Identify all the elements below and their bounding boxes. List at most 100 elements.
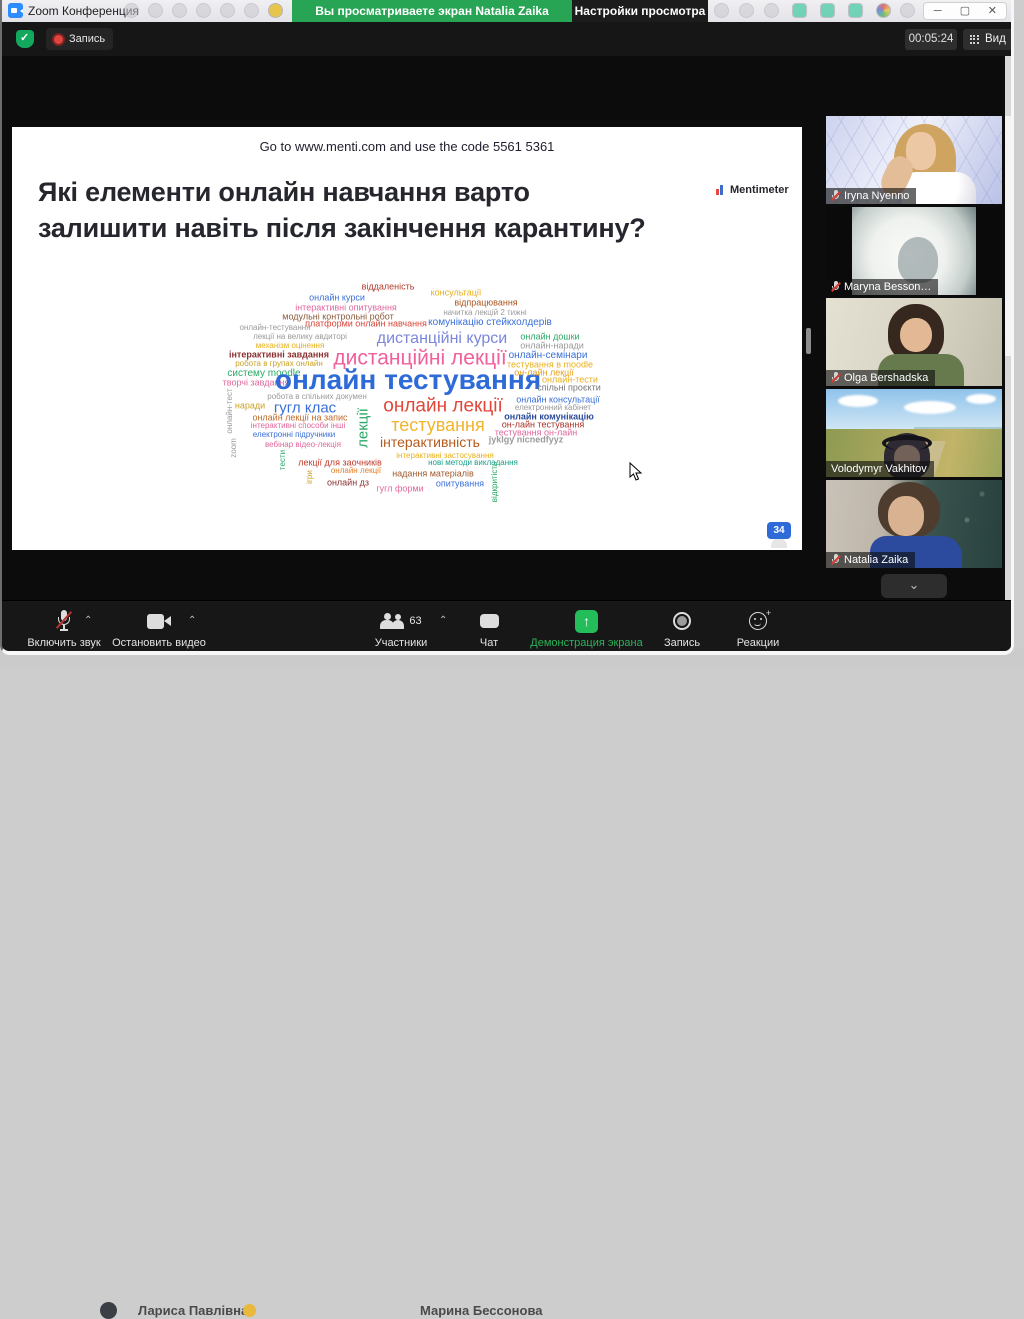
wordcloud-word: онлайн курси <box>309 294 365 303</box>
wordcloud-word: тестування <box>391 416 485 434</box>
taskbar-ghost-icon <box>220 3 235 18</box>
wordcloud-word: онлайн лекції <box>331 467 381 475</box>
participant-video-volodymyr-active-speaker[interactable]: Volodymyr Vakhitov <box>826 389 1002 477</box>
participant-video-iryna[interactable]: Iryna Nyenno <box>826 116 1002 204</box>
taskbar-ghost-icon <box>739 3 754 18</box>
maximize-button[interactable]: ▢ <box>951 3 978 19</box>
participant-name-label: Volodymyr Vakhitov <box>826 461 934 477</box>
wordcloud-word: гугл форми <box>376 485 423 494</box>
participant-name: Maryna Besson… <box>844 281 931 293</box>
participant-name-label: Iryna Nyenno <box>826 188 916 204</box>
zoom-app-icon <box>8 3 23 18</box>
taskbar-ghost-icon <box>820 3 835 18</box>
record-button[interactable]: Запись <box>657 609 707 649</box>
window-controls: ─ ▢ ✕ <box>923 2 1007 20</box>
record-label: Запись <box>657 637 707 649</box>
wordcloud-word: комунікацію стейкхолдерів <box>428 318 552 328</box>
minimize-button[interactable]: ─ <box>924 3 951 19</box>
share-screen-label: Демонстрация экрана <box>524 637 649 649</box>
wordcloud-word: тести <box>279 450 287 470</box>
wordcloud-word: опитування <box>436 480 484 489</box>
participant-name: Natalia Zaika <box>844 554 908 566</box>
chat-button[interactable]: Чат <box>464 609 514 649</box>
wordcloud-word: відпрацювання <box>454 299 517 308</box>
wordcloud-word: надання матеріалів <box>392 470 474 479</box>
more-participants-button[interactable]: ⌄ <box>881 574 947 598</box>
recording-label: Запись <box>69 33 105 45</box>
view-label: Вид <box>985 33 1006 45</box>
muted-microphone-icon <box>56 610 72 632</box>
participant-video-maryna[interactable]: Maryna Besson… <box>826 207 1002 295</box>
taskbar-ghost-icon <box>876 3 891 18</box>
muted-mic-icon <box>831 281 840 293</box>
mouse-cursor <box>629 462 643 482</box>
wordcloud-word: онлайн-тестування <box>239 324 310 332</box>
wordcloud-word: jyklgy nicnedfyyz <box>489 436 564 445</box>
recording-indicator: Запись <box>46 28 113 50</box>
participant-video-natalia[interactable]: Natalia Zaika <box>826 480 1002 568</box>
meeting-top-bar <box>2 22 1011 56</box>
security-shield-icon[interactable] <box>16 30 34 48</box>
wordcloud-word: нові методи викладання <box>428 459 518 467</box>
participants-button[interactable]: 63 Участники <box>362 609 440 649</box>
share-screen-button[interactable]: ↑ Демонстрация экрана <box>524 609 649 649</box>
wordcloud-word: інтерактивні способи інші <box>251 422 346 430</box>
content-scrollbar-thumb[interactable] <box>806 328 811 354</box>
taskbar-ghost-icon <box>792 3 807 18</box>
reactions-button[interactable]: + Реакции <box>727 609 789 649</box>
muted-mic-icon <box>831 554 840 566</box>
wordcloud-word: електронні підручники <box>253 431 335 439</box>
muted-mic-icon <box>831 372 840 384</box>
reactions-smiley-icon: + <box>749 612 767 630</box>
reactions-label: Реакции <box>727 637 789 649</box>
wordcloud-word: онлайн лекції <box>383 397 502 416</box>
unmute-button[interactable]: Включить звук <box>20 609 108 649</box>
meeting-toolbar: Включить звук ⌃ Остановить видео ⌃ 63 Уч… <box>2 600 1011 651</box>
viewing-screen-banner: Вы просматриваете экран Natalia Zaika <box>292 0 572 22</box>
grid-view-icon <box>970 35 979 44</box>
muted-mic-icon <box>831 190 840 202</box>
background-participant-name: Марина Бессонова <box>420 1303 543 1318</box>
participant-name-label: Olga Bershadska <box>826 370 935 386</box>
window-title: Zoom Конференция <box>28 4 139 18</box>
taskbar-ghost-icon <box>244 3 259 18</box>
participants-options-chevron[interactable]: ⌃ <box>439 615 447 626</box>
taskbar-ghost-icon <box>172 3 187 18</box>
audio-options-chevron[interactable]: ⌃ <box>84 615 92 626</box>
video-options-chevron[interactable]: ⌃ <box>188 615 196 626</box>
wordcloud-word: платформи онлайн навчання <box>305 320 427 329</box>
taskbar-ghost-icon <box>764 3 779 18</box>
participants-icon <box>380 613 406 629</box>
stop-video-button[interactable]: Остановить видео <box>104 609 214 649</box>
stop-video-label: Остановить видео <box>104 637 214 649</box>
participants-count: 63 <box>409 615 421 627</box>
view-settings-button[interactable]: Настройки просмотра ⌄ <box>572 0 708 22</box>
background-emoji <box>243 1304 256 1317</box>
wordcloud-word: онлайн-тест <box>226 388 234 433</box>
participant-name: Olga Bershadska <box>844 372 928 384</box>
panel-scrollbar[interactable] <box>1005 56 1011 652</box>
wordcloud-word: zoom <box>230 438 238 458</box>
wordcloud-word: начитка лекцій 2 тижні <box>443 309 526 317</box>
wordcloud-word: відкритість <box>491 462 499 502</box>
participant-name: Iryna Nyenno <box>844 190 909 202</box>
taskbar-ghost-icon <box>124 3 139 18</box>
wordcloud-word: онлайн дз <box>327 479 369 488</box>
close-button[interactable]: ✕ <box>979 3 1006 19</box>
shared-screen-slide: Go to www.menti.com and use the code 556… <box>12 127 802 550</box>
record-dot-icon <box>54 35 63 44</box>
participant-video-olga[interactable]: Olga Bershadska <box>826 298 1002 386</box>
share-screen-icon: ↑ <box>575 610 598 633</box>
wordcloud-word: онлайн тестування <box>275 366 541 394</box>
meeting-timer: 00:05:24 <box>905 29 957 50</box>
window-titlebar: Zoom Конференция Вы просматриваете экран… <box>2 0 1011 22</box>
taskbar-ghost-icon <box>714 3 729 18</box>
taskbar-ghost-icon <box>268 3 283 18</box>
wordcloud-word: ігри <box>306 470 314 484</box>
zoom-window: Zoom Конференция Вы просматриваете экран… <box>0 0 1014 655</box>
chat-label: Чат <box>464 637 514 649</box>
wordcloud-word: вебінар відео-лекція <box>265 441 341 449</box>
participants-label: Участники <box>362 637 440 649</box>
record-icon <box>673 612 691 630</box>
view-button[interactable]: Вид <box>963 29 1014 50</box>
